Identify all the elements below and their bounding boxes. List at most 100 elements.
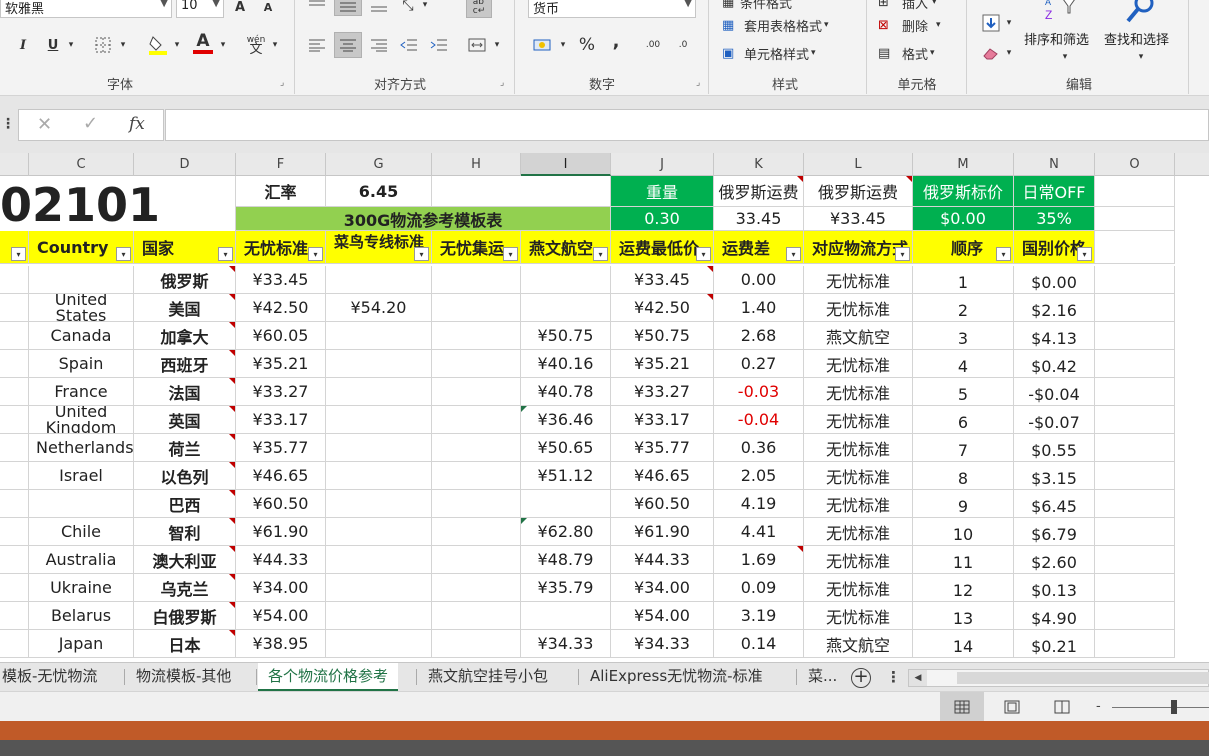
- chevron-down-icon[interactable]: ▾: [270, 38, 280, 52]
- table-format-button[interactable]: ▦ 套用表格格式 ▾: [722, 14, 852, 36]
- filter-dropdown-icon[interactable]: ▾: [414, 247, 429, 261]
- empty-cell[interactable]: [1095, 546, 1175, 574]
- price-wuyou-standard[interactable]: ¥46.65: [236, 462, 326, 490]
- price-wuyou-standard[interactable]: ¥33.17: [236, 406, 326, 434]
- column-header-h[interactable]: H: [432, 153, 521, 176]
- empty-cell[interactable]: [1095, 266, 1175, 294]
- empty-cell[interactable]: [1095, 462, 1175, 490]
- align-bottom-button[interactable]: [366, 0, 392, 16]
- price-cainiao[interactable]: [326, 630, 432, 658]
- shipping-diff[interactable]: 0.00: [714, 266, 804, 294]
- country-cn[interactable]: 荷兰: [134, 434, 236, 462]
- filter-dropdown-icon[interactable]: ▾: [503, 247, 518, 261]
- country-price[interactable]: $0.21: [1014, 630, 1095, 658]
- shipping-diff[interactable]: 2.68: [714, 322, 804, 350]
- price-wuyou-consolidated[interactable]: [432, 434, 521, 462]
- price-wuyou-standard[interactable]: ¥42.50: [236, 294, 326, 322]
- orientation-button[interactable]: ⤡: [396, 0, 420, 16]
- shipping-method[interactable]: 无忧标准: [804, 294, 913, 322]
- price-yanwen[interactable]: [521, 490, 611, 518]
- empty-cell[interactable]: [1095, 630, 1175, 658]
- price-yanwen[interactable]: ¥35.79: [521, 574, 611, 602]
- chevron-down-icon[interactable]: ▾: [558, 38, 568, 52]
- country-price[interactable]: $2.60: [1014, 546, 1095, 574]
- price-wuyou-consolidated[interactable]: [432, 518, 521, 546]
- lowest-shipping[interactable]: ¥34.00: [611, 574, 714, 602]
- column-title-b[interactable]: 务▾: [0, 231, 29, 264]
- column-title-f[interactable]: 无忧标准 ▾: [236, 231, 326, 264]
- row-cell-b[interactable]: [0, 294, 29, 322]
- shipping-diff[interactable]: 0.27: [714, 350, 804, 378]
- align-center-button[interactable]: [334, 32, 362, 58]
- lowest-shipping[interactable]: ¥42.50: [611, 294, 714, 322]
- weight-label[interactable]: 重量: [611, 176, 714, 207]
- price-cainiao[interactable]: [326, 406, 432, 434]
- column-title-c[interactable]: Country ▾: [29, 231, 134, 264]
- empty-cell[interactable]: [1095, 602, 1175, 630]
- price-wuyou-standard[interactable]: ¥44.33: [236, 546, 326, 574]
- chevron-down-icon[interactable]: ▾: [218, 38, 228, 52]
- lowest-shipping[interactable]: ¥54.00: [611, 602, 714, 630]
- ru-price-label[interactable]: 俄罗斯标价: [913, 176, 1014, 207]
- shipping-diff[interactable]: 0.09: [714, 574, 804, 602]
- order-number[interactable]: 8: [913, 462, 1014, 490]
- price-wuyou-standard[interactable]: ¥33.27: [236, 378, 326, 406]
- filter-dropdown-icon[interactable]: ▾: [1077, 247, 1092, 261]
- filter-dropdown-icon[interactable]: ▾: [895, 247, 910, 261]
- filter-dropdown-icon[interactable]: ▾: [996, 247, 1011, 261]
- price-wuyou-consolidated[interactable]: [432, 462, 521, 490]
- country-price[interactable]: $2.16: [1014, 294, 1095, 322]
- font-size-combo[interactable]: 10 ▼: [176, 0, 224, 18]
- weight-value[interactable]: 0.30: [611, 207, 714, 231]
- order-number[interactable]: 6: [913, 406, 1014, 434]
- font-name-combo[interactable]: 软雅黑 ▼: [0, 0, 172, 18]
- price-wuyou-consolidated[interactable]: [432, 490, 521, 518]
- price-cainiao[interactable]: [326, 546, 432, 574]
- order-number[interactable]: 3: [913, 322, 1014, 350]
- dialog-launcher-icon[interactable]: ⌟: [280, 78, 284, 88]
- column-title-g[interactable]: 菜鸟专线标准 ▾: [326, 231, 432, 264]
- shipping-method[interactable]: 无忧标准: [804, 378, 913, 406]
- price-wuyou-standard[interactable]: ¥35.21: [236, 350, 326, 378]
- shipping-method[interactable]: 无忧标准: [804, 406, 913, 434]
- country-price[interactable]: -$0.07: [1014, 406, 1095, 434]
- country-en[interactable]: Netherlands: [29, 434, 134, 462]
- fill-button[interactable]: [980, 12, 1002, 34]
- price-cainiao[interactable]: [326, 266, 432, 294]
- country-price[interactable]: $4.90: [1014, 602, 1095, 630]
- row-cell-b[interactable]: [0, 462, 29, 490]
- percent-button[interactable]: %: [576, 34, 598, 56]
- shipping-method[interactable]: 无忧标准: [804, 602, 913, 630]
- price-wuyou-standard[interactable]: ¥60.05: [236, 322, 326, 350]
- filter-dropdown-icon[interactable]: ▾: [593, 247, 608, 261]
- price-cainiao[interactable]: [326, 462, 432, 490]
- country-price[interactable]: $0.13: [1014, 574, 1095, 602]
- filter-dropdown-icon[interactable]: ▾: [11, 247, 26, 261]
- insert-cells-button[interactable]: ⊞ 插入 ▾: [878, 0, 958, 12]
- price-yanwen[interactable]: ¥62.80: [521, 518, 611, 546]
- column-header-n[interactable]: N: [1014, 153, 1095, 176]
- country-cn[interactable]: 加拿大: [134, 322, 236, 350]
- more-icon[interactable]: ⋮: [1, 116, 15, 134]
- row-cell-b[interactable]: [0, 518, 29, 546]
- price-yanwen[interactable]: ¥50.65: [521, 434, 611, 462]
- order-number[interactable]: 14: [913, 630, 1014, 658]
- column-header-g[interactable]: G: [326, 153, 432, 176]
- column-title-n[interactable]: 国别价格 ▾: [1014, 231, 1095, 264]
- country-en[interactable]: United States: [29, 294, 134, 322]
- clear-button[interactable]: [980, 42, 1002, 64]
- country-en[interactable]: Australia: [29, 546, 134, 574]
- lowest-shipping[interactable]: ¥60.50: [611, 490, 714, 518]
- price-cainiao[interactable]: [326, 378, 432, 406]
- shipping-diff[interactable]: 3.19: [714, 602, 804, 630]
- column-header-i[interactable]: I: [521, 153, 611, 176]
- filter-dropdown-icon[interactable]: ▾: [696, 247, 711, 261]
- shipping-method[interactable]: 燕文航空: [804, 630, 913, 658]
- italic-button[interactable]: I: [12, 34, 34, 56]
- country-en[interactable]: France: [29, 378, 134, 406]
- price-wuyou-consolidated[interactable]: [432, 574, 521, 602]
- country-en[interactable]: Chile: [29, 518, 134, 546]
- price-yanwen[interactable]: ¥50.75: [521, 322, 611, 350]
- column-header-f[interactable]: F: [236, 153, 326, 176]
- fill-color-button[interactable]: [146, 32, 170, 56]
